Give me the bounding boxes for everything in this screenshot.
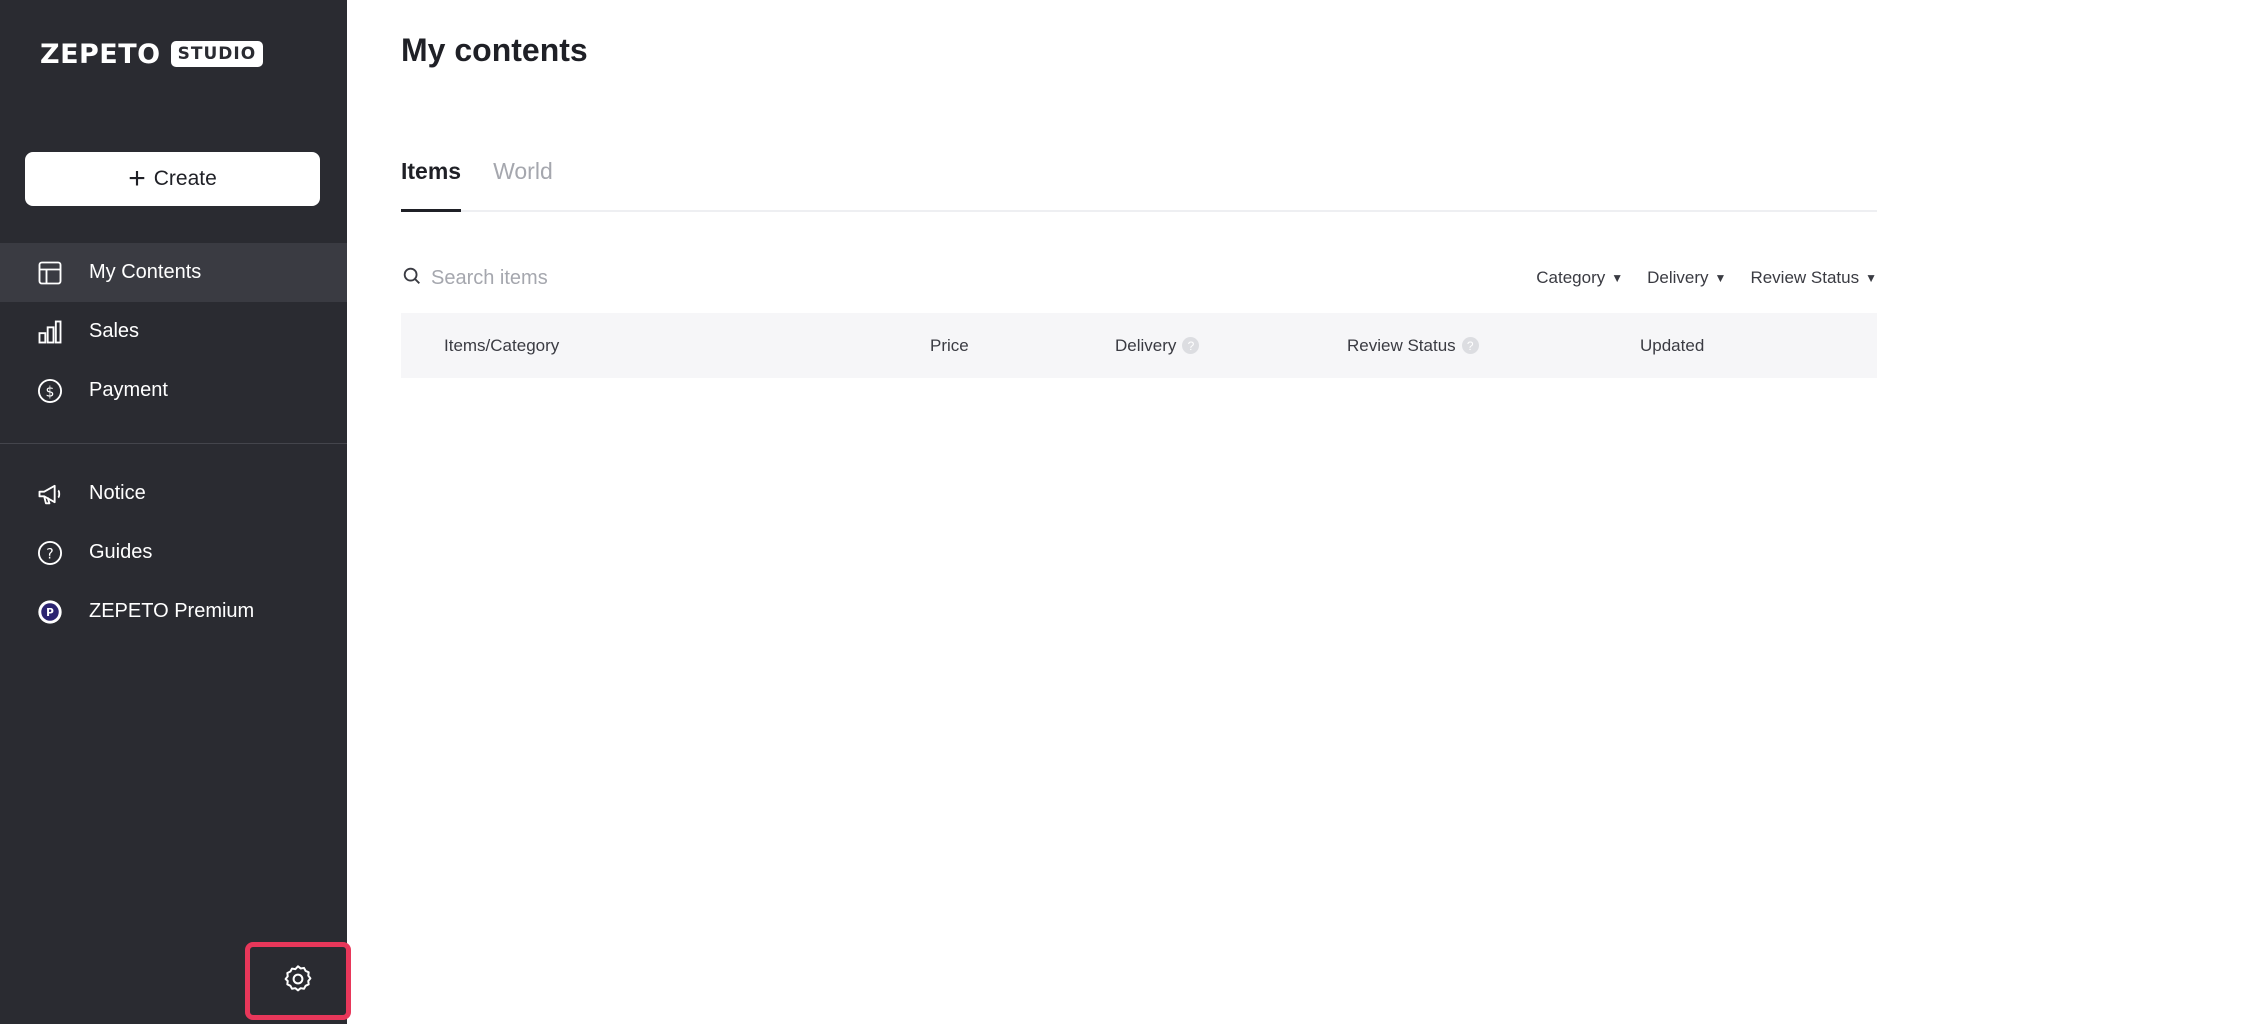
- question-circle-icon: ?: [36, 539, 64, 567]
- column-label: Items/Category: [444, 335, 560, 355]
- megaphone-icon: [36, 480, 64, 508]
- sidebar-item-label: Sales: [89, 320, 140, 342]
- column-label: Updated: [1640, 335, 1705, 355]
- table-header: Items/Category Price Delivery ? Review S…: [401, 313, 1877, 378]
- column-header-price[interactable]: Price: [930, 336, 969, 356]
- logo-badge: STUDIO: [170, 41, 264, 67]
- filter-category-dropdown[interactable]: Category ▼: [1536, 268, 1623, 288]
- layout-icon: [36, 259, 64, 287]
- sidebar-item-notice[interactable]: Notice: [0, 464, 347, 523]
- svg-text:?: ?: [46, 546, 53, 562]
- plus-icon: +: [128, 162, 146, 195]
- sidebar-item-label: My Contents: [89, 261, 202, 283]
- settings-button[interactable]: [245, 942, 351, 1020]
- page-title: My contents: [401, 32, 588, 68]
- sidebar-item-label: Payment: [89, 379, 168, 401]
- sidebar-nav-main: My Contents Sales $ Payment: [0, 243, 347, 420]
- sidebar-item-label: Guides: [89, 541, 153, 563]
- filter-label: Category: [1536, 268, 1606, 287]
- column-label: Delivery: [1115, 335, 1177, 355]
- caret-down-icon: ▼: [1611, 271, 1624, 285]
- sidebar-item-zepeto-premium[interactable]: P ZEPETO Premium: [0, 582, 347, 641]
- tab-world[interactable]: World: [493, 158, 553, 210]
- sidebar: ZEPETO STUDIO + Create My Contents Sales…: [0, 0, 351, 1024]
- caret-down-icon: ▼: [1865, 271, 1877, 285]
- create-button-label: Create: [153, 167, 217, 190]
- sidebar-item-sales[interactable]: Sales: [0, 302, 347, 361]
- column-header-delivery[interactable]: Delivery ?: [1115, 335, 1200, 356]
- premium-p-icon: P: [36, 598, 64, 626]
- content-tabs: Items World: [401, 158, 1877, 212]
- column-header-review-status[interactable]: Review Status ?: [1347, 336, 1479, 356]
- caret-down-icon: ▼: [1714, 271, 1727, 285]
- dollar-circle-icon: $: [36, 377, 64, 405]
- sidebar-nav-secondary: Notice ? Guides P ZEPETO Premium: [0, 464, 347, 641]
- column-label: Review Status: [1347, 335, 1456, 355]
- main-content: My contents Items World Category ▼ Deliv…: [347, 0, 2252, 1024]
- column-header-updated[interactable]: Updated: [1640, 336, 1704, 356]
- search-icon: [401, 265, 423, 292]
- bar-chart-icon: [36, 318, 64, 346]
- filter-delivery-dropdown[interactable]: Delivery ▼: [1647, 268, 1726, 288]
- svg-text:P: P: [46, 607, 54, 619]
- sidebar-divider: [0, 443, 347, 444]
- logo-text: ZEPETO: [40, 38, 161, 70]
- svg-text:$: $: [46, 384, 55, 400]
- sidebar-item-payment[interactable]: $ Payment: [0, 361, 347, 420]
- sidebar-item-label: ZEPETO Premium: [89, 600, 255, 622]
- filter-group: Category ▼ Delivery ▼ Review Status ▼: [1536, 268, 1877, 288]
- sidebar-item-my-contents[interactable]: My Contents: [0, 243, 347, 302]
- search-input[interactable]: [431, 266, 731, 290]
- column-label: Price: [930, 335, 969, 355]
- info-icon[interactable]: ?: [1461, 337, 1479, 354]
- search-box: [401, 265, 731, 292]
- filter-label: Review Status: [1750, 268, 1860, 287]
- create-button[interactable]: + Create: [25, 152, 320, 206]
- filter-label: Delivery: [1647, 268, 1709, 287]
- list-toolbar: Category ▼ Delivery ▼ Review Status ▼: [401, 262, 1877, 294]
- zepeto-studio-logo[interactable]: ZEPETO STUDIO: [40, 38, 264, 70]
- sidebar-item-label: Notice: [89, 482, 146, 504]
- info-icon[interactable]: ?: [1182, 337, 1200, 354]
- tab-items[interactable]: Items: [401, 158, 462, 212]
- gear-icon: [282, 963, 314, 1000]
- sidebar-item-guides[interactable]: ? Guides: [0, 523, 347, 582]
- filter-review-status-dropdown[interactable]: Review Status ▼: [1750, 268, 1877, 288]
- column-header-items-category[interactable]: Items/Category: [444, 336, 559, 356]
